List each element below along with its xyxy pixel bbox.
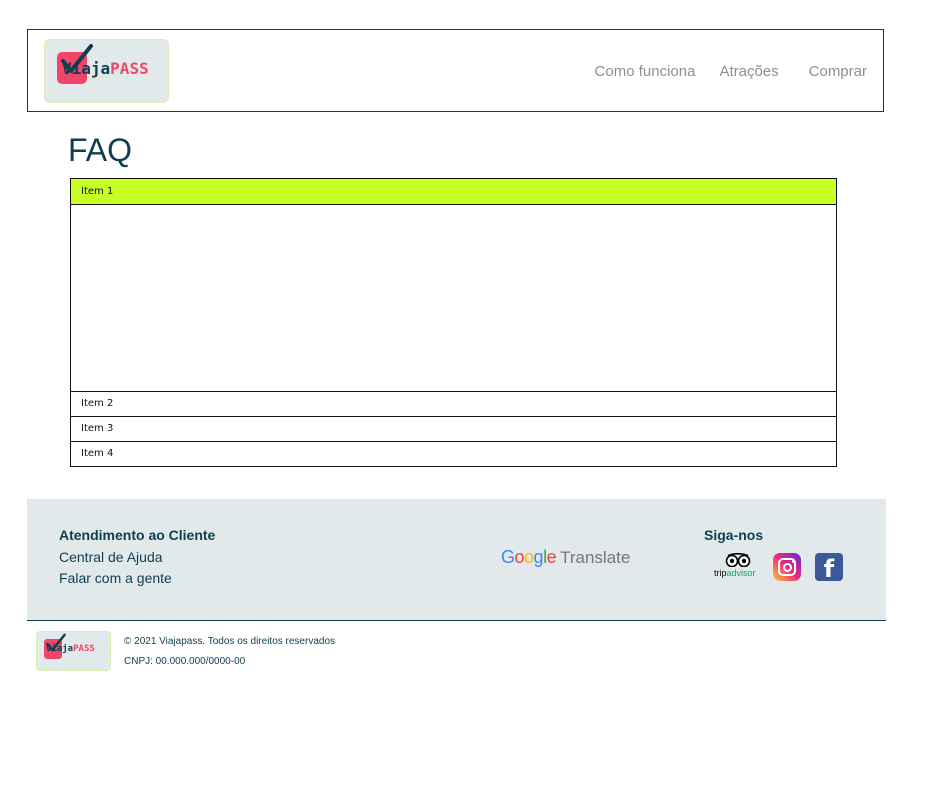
logo-wordmark: ViajaPASS — [62, 59, 149, 78]
accordion-header-item-4[interactable]: Item 4 — [71, 442, 836, 466]
tripadvisor-wordmark: tripadvisor — [714, 568, 756, 578]
translate-label: Translate — [560, 548, 631, 567]
copyright-text: © 2021 Viajapass. Todos os direitos rese… — [124, 636, 336, 647]
customer-support-section: Atendimento ao Cliente Central de Ajuda … — [59, 527, 215, 591]
accordion-item-1: Item 1 — [70, 178, 837, 392]
faq-accordion: Item 1 Item 2 Item 3 Item 4 — [70, 178, 837, 467]
accordion-header-item-1[interactable]: Item 1 — [71, 179, 836, 205]
accordion-item-4: Item 4 — [70, 441, 837, 467]
google-wordmark: Google — [501, 547, 557, 567]
footer-logo-wordmark: ViajaPASS — [46, 644, 95, 654]
footer-divider — [27, 620, 886, 621]
google-translate-widget[interactable]: Google Translate — [501, 547, 630, 568]
nav-comprar[interactable]: Comprar — [809, 63, 867, 80]
accordion-body-item-1 — [71, 205, 836, 391]
facebook-icon[interactable]: f — [815, 553, 843, 581]
main-nav: Como funciona Atrações Comprar — [571, 63, 867, 80]
tripadvisor-icon[interactable]: tripadvisor — [713, 551, 765, 583]
social-links: tripadvisor f — [713, 551, 843, 583]
accordion-header-item-3[interactable]: Item 3 — [71, 417, 836, 441]
accordion-item-2: Item 2 — [70, 391, 837, 417]
accordion-item-3: Item 3 — [70, 416, 837, 442]
help-center-link[interactable]: Central de Ajuda — [59, 549, 215, 565]
instagram-icon[interactable] — [773, 553, 801, 581]
support-heading: Atendimento ao Cliente — [59, 527, 216, 543]
social-heading: Siga-nos — [704, 527, 764, 543]
nav-como-funciona[interactable]: Como funciona — [595, 63, 696, 80]
site-footer: Atendimento ao Cliente Central de Ajuda … — [27, 499, 886, 620]
legal-info: © 2021 Viajapass. Todos os direitos rese… — [124, 636, 335, 676]
contact-us-link[interactable]: Falar com a gente — [59, 570, 215, 586]
accordion-header-item-2[interactable]: Item 2 — [71, 392, 836, 416]
site-header: ViajaPASS Como funciona Atrações Comprar — [27, 29, 884, 112]
nav-atracoes[interactable]: Atrações — [719, 63, 778, 80]
footer-viajapass-logo[interactable]: ViajaPASS — [36, 631, 111, 671]
tripadvisor-owl-icon — [725, 553, 751, 567]
viajapass-logo[interactable]: ViajaPASS — [44, 39, 169, 103]
faq-title: FAQ — [68, 132, 133, 168]
cnpj-text: CNPJ: 00.000.000/0000-00 — [124, 656, 246, 667]
